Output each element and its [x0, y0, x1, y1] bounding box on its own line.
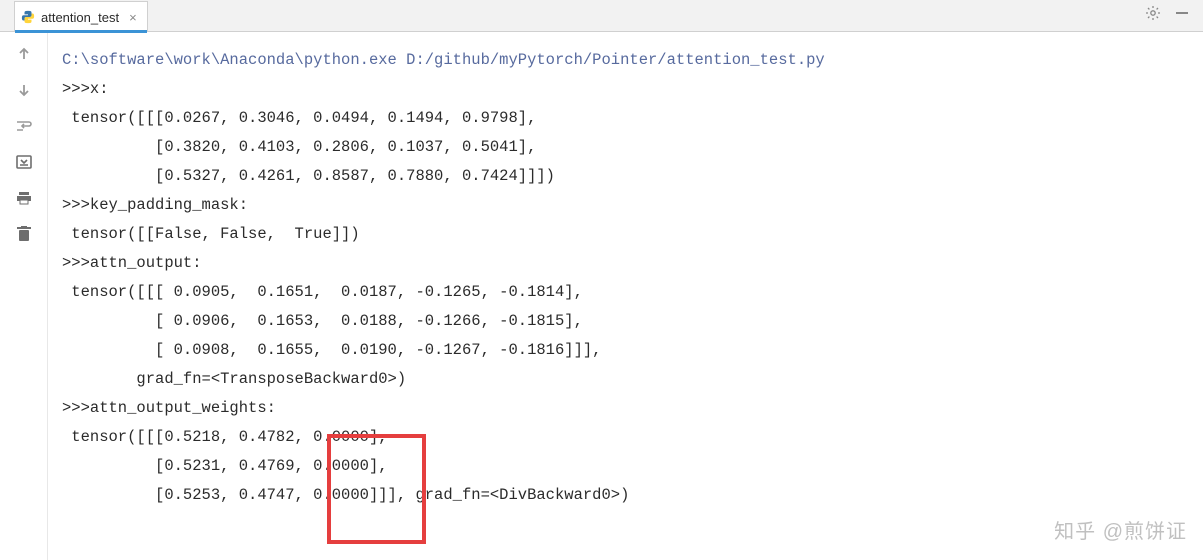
tab-bar-right-controls: [1145, 5, 1203, 26]
tab-attention-test[interactable]: attention_test ×: [14, 1, 148, 32]
console-line: [0.5327, 0.4261, 0.8587, 0.7880, 0.7424]…: [62, 162, 1195, 191]
console-line: C:\software\work\Anaconda\python.exe D:/…: [62, 46, 1195, 75]
minimize-icon[interactable]: [1175, 6, 1189, 25]
console-line: tensor([[False, False, True]]): [62, 220, 1195, 249]
console-line: [ 0.0906, 0.1653, 0.0188, -0.1266, -0.18…: [62, 307, 1195, 336]
arrow-down-icon[interactable]: [14, 80, 34, 100]
tab-bar: attention_test ×: [0, 0, 1203, 32]
console-line: tensor([[[ 0.0905, 0.1651, 0.0187, -0.12…: [62, 278, 1195, 307]
console-line: grad_fn=<TransposeBackward0>): [62, 365, 1195, 394]
console-line: tensor([[[0.5218, 0.4782, 0.0000],: [62, 423, 1195, 452]
arrow-up-icon[interactable]: [14, 44, 34, 64]
gear-icon[interactable]: [1145, 5, 1161, 26]
console-line: >>>attn_output:: [62, 249, 1195, 278]
console-line: >>>attn_output_weights:: [62, 394, 1195, 423]
console-line: tensor([[[0.0267, 0.3046, 0.0494, 0.1494…: [62, 104, 1195, 133]
console-line: [0.5253, 0.4747, 0.0000]]], grad_fn=<Div…: [62, 481, 1195, 510]
tab-active-indicator: [15, 30, 147, 33]
console-line: [ 0.0908, 0.1655, 0.0190, -0.1267, -0.18…: [62, 336, 1195, 365]
tab-label: attention_test: [41, 10, 119, 25]
content-area: C:\software\work\Anaconda\python.exe D:/…: [0, 32, 1203, 560]
console-line: >>>key_padding_mask:: [62, 191, 1195, 220]
print-icon[interactable]: [14, 188, 34, 208]
console-line: [0.3820, 0.4103, 0.2806, 0.1037, 0.5041]…: [62, 133, 1195, 162]
console-output[interactable]: C:\software\work\Anaconda\python.exe D:/…: [48, 32, 1203, 560]
soft-wrap-icon[interactable]: [14, 116, 34, 136]
watermark: 知乎 @煎饼证: [1054, 515, 1187, 544]
python-icon: [21, 10, 35, 24]
close-icon[interactable]: ×: [129, 10, 137, 25]
console-toolbar: [0, 32, 48, 560]
console-line: [0.5231, 0.4769, 0.0000],: [62, 452, 1195, 481]
delete-icon[interactable]: [14, 224, 34, 244]
scroll-to-end-icon[interactable]: [14, 152, 34, 172]
console-line: >>>x:: [62, 75, 1195, 104]
